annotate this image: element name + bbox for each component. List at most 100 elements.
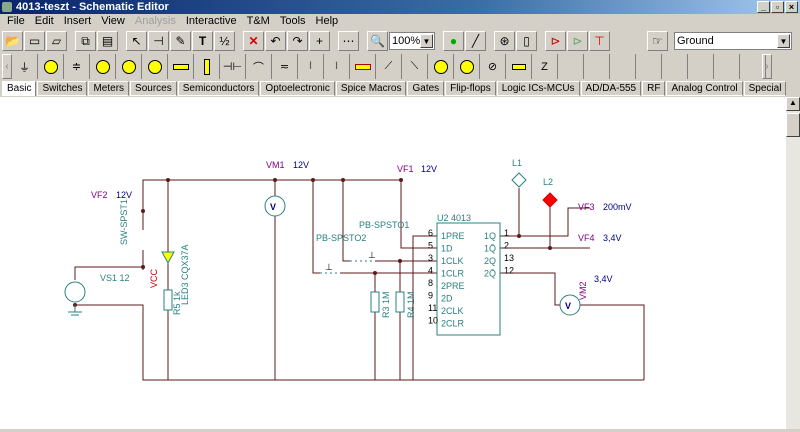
menu-tm[interactable]: T&M [242,14,275,29]
menu-help[interactable]: Help [311,14,344,29]
vm1-meter: V [264,195,286,217]
probe-icon[interactable]: ╱ [465,31,486,51]
battery-icon[interactable]: ≑ [64,54,90,79]
fraction-icon[interactable]: ½ [214,31,235,51]
paste-icon[interactable]: ▤ [97,31,118,51]
scroll-left-icon[interactable]: ‹ [2,54,12,79]
vf4-value: 3,4V [603,233,622,243]
tab-meters[interactable]: Meters [88,81,130,96]
menu-view[interactable]: View [96,14,130,29]
resistor-icon[interactable] [168,54,194,79]
pencil-icon[interactable]: ✎ [170,31,191,51]
pb2-label: PB-SPSTO2 [316,233,366,243]
dc-analysis-icon[interactable]: ● [443,31,464,51]
close-button[interactable]: × [785,1,798,13]
schematic-canvas[interactable]: ⊥ ⊥ V V 6 1PRE 5 1D 3 1CLK 4 1CLR 8 2PRE 9 2D 11 2CLK 1… [0,97,786,429]
open-folder-icon[interactable]: ▱ [46,31,67,51]
inductor-icon[interactable]: ⌒ [246,54,272,79]
motor-icon[interactable] [454,54,480,79]
chevron-down-icon[interactable]: ▼ [777,34,790,48]
open-icon[interactable]: 📂 [2,31,23,51]
minimize-button[interactable]: _ [757,1,770,13]
fuse-icon[interactable] [350,54,376,79]
rotate-right-icon[interactable]: ↷ [287,31,308,51]
restore-button[interactable]: ▫ [771,1,784,13]
potentiometer-icon[interactable] [194,54,220,79]
menu-analysis[interactable]: Analysis [130,14,181,29]
svg-text:V: V [565,301,571,311]
menu-file[interactable]: File [2,14,30,29]
tab-rf[interactable]: RF [642,81,666,96]
switch2-icon[interactable]: ⟍ [402,54,428,79]
tab-special[interactable]: Special [743,81,787,96]
fuse2-icon[interactable] [506,54,532,79]
scroll-thumb[interactable] [786,113,800,137]
impedance-icon[interactable]: Z [532,54,558,79]
scroll-up-icon[interactable]: ▲ [786,97,800,111]
sw-label: SW-SPST1 [119,199,129,245]
scroll-right-icon[interactable]: › [762,54,772,79]
voltage-source-icon[interactable] [38,54,64,79]
ammeter-icon[interactable] [142,54,168,79]
ground-component-icon[interactable]: ⏚ [12,54,38,79]
pin-name: 2D [441,294,453,304]
tab-switches[interactable]: Switches [37,81,88,96]
pin-name: 2PRE [441,281,465,291]
pb1-label: PB-SPSTO1 [359,220,409,230]
lamp-icon[interactable] [428,54,454,79]
zoom-select[interactable]: 100% ▼ [389,32,435,50]
tab-analog-control[interactable]: Analog Control [666,81,743,96]
menu-bar: File Edit Insert View Analysis Interactive T&M… [0,14,343,29]
vertical-scrollbar[interactable]: ▲ [786,97,800,429]
zoom-icon[interactable]: 🔍 [367,31,388,51]
pin-number: 8 [428,278,433,288]
transformer2-icon[interactable]: ⧘ [324,54,350,79]
menu-edit[interactable]: Edit [30,14,59,29]
r3 [370,291,380,313]
wire-icon[interactable]: ⊣ [148,31,169,51]
chevron-down-icon[interactable]: ▼ [420,34,433,48]
meter-tool-icon[interactable]: ⊛ [494,31,515,51]
junction-icon[interactable]: + [309,31,330,51]
vcc-label: VCC [149,268,159,288]
tab-sources[interactable]: Sources [130,81,177,96]
led-tool-icon[interactable]: ⊳ [567,31,588,51]
tab-optoelectronic[interactable]: Optoelectronic [260,81,335,96]
grid-icon[interactable]: ⋯ [338,31,359,51]
current-source-icon[interactable] [90,54,116,79]
menu-interactive[interactable]: Interactive [181,14,242,29]
resistor-tool-icon[interactable]: ▯ [516,31,537,51]
ground-select[interactable]: Ground ▼ [674,32,792,50]
probe-red-icon[interactable]: ⊤ [589,31,610,51]
vf2-label: VF2 [91,190,108,200]
capacitor-icon[interactable]: ⊣⊢ [220,54,246,79]
tab-basic[interactable]: Basic [2,81,37,96]
select-arrow-icon[interactable]: ↖ [126,31,147,51]
tab-semiconductors[interactable]: Semiconductors [177,81,260,96]
voltmeter-icon[interactable] [116,54,142,79]
vs1-source [64,281,86,316]
tab-flip-flops[interactable]: Flip-flops [445,81,496,96]
pin-name: 1CLR [441,269,465,279]
copy-icon[interactable]: ⧉ [75,31,96,51]
menu-tools[interactable]: Tools [275,14,311,29]
tab-spice-macros[interactable]: Spice Macros [335,81,407,96]
pin-number: 3 [428,253,433,263]
tab-logic-ics-mcus[interactable]: Logic ICs-MCUs [496,81,580,96]
pin-number: 13 [504,253,514,263]
thermistor-icon[interactable]: ⊘ [480,54,506,79]
tab-ad-da-555[interactable]: AD/DA-555 [580,81,642,96]
text-icon[interactable]: T [192,31,213,51]
hand-icon[interactable]: ☞ [647,31,668,51]
transformer-icon[interactable]: ⧙ [298,54,324,79]
tab-gates[interactable]: Gates [407,81,445,96]
rotate-left-icon[interactable]: ↶ [265,31,286,51]
core-inductor-icon[interactable]: ≂ [272,54,298,79]
pin-name: 2Q̄ [484,269,496,279]
save-icon[interactable]: ▭ [24,31,45,51]
menu-insert[interactable]: Insert [59,14,97,29]
diode-tool-icon[interactable]: ⊳ [545,31,566,51]
component-toolbar: ‹ ⏚ ≑ ⊣⊢ ⌒ ≂ ⧙ ⧘ ⟋ ⟍ ⊘ Z [2,53,770,80]
delete-icon[interactable]: ✕ [243,31,264,51]
switch-icon[interactable]: ⟋ [376,54,402,79]
